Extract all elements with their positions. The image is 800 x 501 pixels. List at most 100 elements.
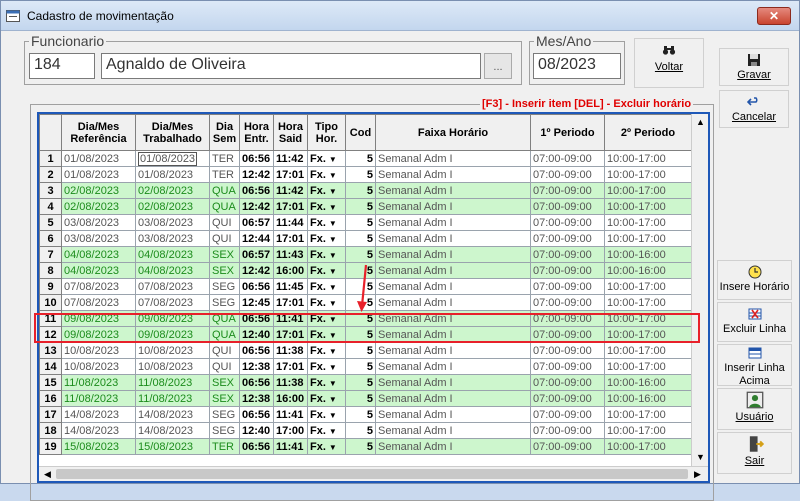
- cell-referencia[interactable]: 01/08/2023: [61, 150, 136, 167]
- col-header-periodo-1[interactable]: 1º Periodo: [530, 114, 605, 151]
- cell-periodo-2[interactable]: 10:00-17:00: [604, 438, 692, 455]
- cell-tipo-hor[interactable]: Fx. ▼: [307, 294, 346, 311]
- cell-tipo-hor[interactable]: Fx. ▼: [307, 262, 346, 279]
- cell-cod[interactable]: 5: [345, 438, 376, 455]
- cell-referencia[interactable]: 14/08/2023: [61, 406, 136, 423]
- cell-hora-entrada[interactable]: 06:56: [239, 438, 274, 455]
- cell-faixa-horario[interactable]: Semanal Adm I: [375, 278, 531, 295]
- cell-periodo-1[interactable]: 07:00-09:00: [530, 150, 605, 167]
- table-row[interactable]: 17 14/08/2023 14/08/2023 SEG 06:56 11:41 Fx. ▼ 5…: [39, 406, 692, 423]
- cell-tipo-hor[interactable]: Fx. ▼: [307, 246, 346, 263]
- cell-dia-sem[interactable]: SEX: [209, 246, 240, 263]
- cell-hora-entrada[interactable]: 06:56: [239, 182, 274, 199]
- cell-periodo-1[interactable]: 07:00-09:00: [530, 182, 605, 199]
- cell-trabalhado[interactable]: 10/08/2023: [135, 342, 210, 359]
- cell-dia-sem[interactable]: SEG: [209, 406, 240, 423]
- scroll-up-arrow-icon[interactable]: ▲: [692, 114, 708, 131]
- dropdown-arrow-icon[interactable]: ▼: [329, 299, 337, 308]
- inserir-linha-acima-button[interactable]: Inserir Linha Acima: [717, 344, 792, 387]
- cell-periodo-2[interactable]: 10:00-16:00: [604, 262, 692, 279]
- cell-referencia[interactable]: 01/08/2023: [61, 166, 136, 183]
- col-header-faixa-horario[interactable]: Faixa Horário: [375, 114, 531, 151]
- cell-cod[interactable]: 5: [345, 246, 376, 263]
- cell-cod[interactable]: 5: [345, 390, 376, 407]
- col-header-referencia[interactable]: Dia/Mes Referência: [61, 114, 136, 151]
- cell-faixa-horario[interactable]: Semanal Adm I: [375, 150, 531, 167]
- cell-faixa-horario[interactable]: Semanal Adm I: [375, 342, 531, 359]
- voltar-button[interactable]: Voltar: [634, 38, 704, 88]
- table-row[interactable]: 3 02/08/2023 02/08/2023 QUA 06:56 11:42 Fx. ▼ 5 S…: [39, 182, 692, 199]
- col-header-trabalhado[interactable]: Dia/Mes Trabalhado: [135, 114, 210, 151]
- dropdown-arrow-icon[interactable]: ▼: [329, 395, 337, 404]
- dropdown-arrow-icon[interactable]: ▼: [329, 347, 337, 356]
- dropdown-arrow-icon[interactable]: ▼: [329, 203, 337, 212]
- cell-hora-saida[interactable]: 11:38: [273, 342, 308, 359]
- cell-faixa-horario[interactable]: Semanal Adm I: [375, 390, 531, 407]
- cell-cod[interactable]: 5: [345, 198, 376, 215]
- cell-trabalhado[interactable]: 01/08/2023: [135, 150, 210, 167]
- col-header-periodo-2[interactable]: 2º Periodo: [604, 114, 692, 151]
- cell-hora-saida[interactable]: 11:43: [273, 246, 308, 263]
- cell-cod[interactable]: 5: [345, 150, 376, 167]
- cell-periodo-2[interactable]: 10:00-17:00: [604, 406, 692, 423]
- cell-periodo-2[interactable]: 10:00-17:00: [604, 358, 692, 375]
- col-header-hora-saida[interactable]: Hora Said: [273, 114, 308, 151]
- table-row[interactable]: 15 11/08/2023 11/08/2023 SEX 06:56 11:38 Fx. ▼ 5…: [39, 374, 692, 391]
- cell-dia-sem[interactable]: SEG: [209, 294, 240, 311]
- dropdown-arrow-icon[interactable]: ▼: [329, 155, 337, 164]
- col-header-tipo-hor[interactable]: Tipo Hor.: [307, 114, 346, 151]
- cell-periodo-1[interactable]: 07:00-09:00: [530, 342, 605, 359]
- cell-referencia[interactable]: 03/08/2023: [61, 214, 136, 231]
- excluir-linha-button[interactable]: Excluir Linha: [717, 302, 792, 342]
- cell-trabalhado[interactable]: 07/08/2023: [135, 294, 210, 311]
- cell-cod[interactable]: 5: [345, 182, 376, 199]
- cell-hora-entrada[interactable]: 06:56: [239, 150, 274, 167]
- cell-referencia[interactable]: 04/08/2023: [61, 246, 136, 263]
- dropdown-arrow-icon[interactable]: ▼: [329, 187, 337, 196]
- dropdown-arrow-icon[interactable]: ▼: [329, 427, 337, 436]
- cell-periodo-2[interactable]: 10:00-17:00: [604, 166, 692, 183]
- dropdown-arrow-icon[interactable]: ▼: [329, 171, 337, 180]
- cell-referencia[interactable]: 04/08/2023: [61, 262, 136, 279]
- cell-hora-saida[interactable]: 11:42: [273, 150, 308, 167]
- cell-periodo-2[interactable]: 10:00-17:00: [604, 294, 692, 311]
- col-header-dia-sem[interactable]: Dia Sem: [209, 114, 240, 151]
- cell-tipo-hor[interactable]: Fx. ▼: [307, 278, 346, 295]
- cell-periodo-1[interactable]: 07:00-09:00: [530, 390, 605, 407]
- cell-periodo-2[interactable]: 10:00-17:00: [604, 182, 692, 199]
- cell-dia-sem[interactable]: SEX: [209, 262, 240, 279]
- cell-trabalhado[interactable]: 15/08/2023: [135, 438, 210, 455]
- cell-periodo-2[interactable]: 10:00-16:00: [604, 246, 692, 263]
- cell-periodo-1[interactable]: 07:00-09:00: [530, 230, 605, 247]
- vertical-scrollbar[interactable]: ▲ ▼: [691, 114, 708, 466]
- table-row[interactable]: 5 03/08/2023 03/08/2023 QUI 06:57 11:44 Fx. ▼ 5 S…: [39, 214, 692, 231]
- table-row[interactable]: 16 11/08/2023 11/08/2023 SEX 12:38 16:00 Fx. ▼ 5…: [39, 390, 692, 407]
- cell-faixa-horario[interactable]: Semanal Adm I: [375, 198, 531, 215]
- cell-cod[interactable]: 5: [345, 214, 376, 231]
- cell-dia-sem[interactable]: SEG: [209, 422, 240, 439]
- cell-faixa-horario[interactable]: Semanal Adm I: [375, 214, 531, 231]
- cell-periodo-2[interactable]: 10:00-17:00: [604, 150, 692, 167]
- cell-tipo-hor[interactable]: Fx. ▼: [307, 358, 346, 375]
- cell-periodo-1[interactable]: 07:00-09:00: [530, 198, 605, 215]
- cell-hora-saida[interactable]: 17:01: [273, 166, 308, 183]
- cell-hora-saida[interactable]: 17:01: [273, 198, 308, 215]
- cell-hora-saida[interactable]: 17:00: [273, 422, 308, 439]
- cell-dia-sem[interactable]: TER: [209, 438, 240, 455]
- cell-trabalhado[interactable]: 04/08/2023: [135, 246, 210, 263]
- cell-hora-entrada[interactable]: 12:42: [239, 262, 274, 279]
- cancelar-button[interactable]: Cancelar: [719, 90, 789, 128]
- cell-tipo-hor[interactable]: Fx. ▼: [307, 198, 346, 215]
- cell-hora-entrada[interactable]: 06:57: [239, 214, 274, 231]
- cell-trabalhado[interactable]: 11/08/2023: [135, 374, 210, 391]
- cell-dia-sem[interactable]: SEG: [209, 278, 240, 295]
- cell-faixa-horario[interactable]: Semanal Adm I: [375, 422, 531, 439]
- cell-trabalhado[interactable]: 03/08/2023: [135, 230, 210, 247]
- cell-tipo-hor[interactable]: Fx. ▼: [307, 214, 346, 231]
- cell-periodo-1[interactable]: 07:00-09:00: [530, 214, 605, 231]
- cell-periodo-1[interactable]: 07:00-09:00: [530, 262, 605, 279]
- usuario-button[interactable]: Usuário: [717, 388, 792, 430]
- cell-trabalhado[interactable]: 07/08/2023: [135, 278, 210, 295]
- cell-trabalhado[interactable]: 03/08/2023: [135, 214, 210, 231]
- cell-referencia[interactable]: 15/08/2023: [61, 438, 136, 455]
